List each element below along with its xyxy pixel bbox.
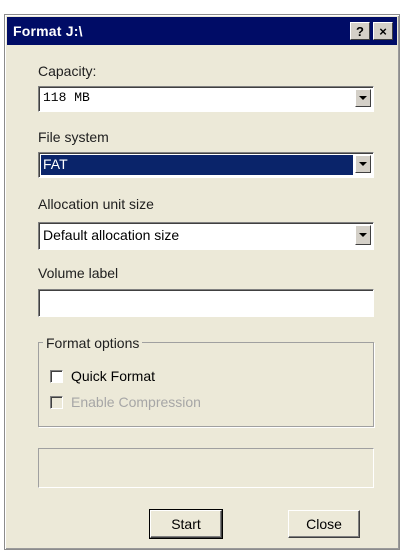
allocation-unit-size-combobox[interactable]: Default allocation size bbox=[38, 222, 374, 250]
volume-label-input[interactable] bbox=[38, 289, 374, 317]
title-bar-buttons: ? × bbox=[350, 22, 393, 40]
enable-compression-label: Enable Compression bbox=[71, 394, 201, 410]
chevron-down-icon bbox=[359, 96, 367, 100]
volume-label-label: Volume label bbox=[38, 265, 119, 281]
format-options-title: Format options bbox=[43, 335, 143, 351]
quick-format-label[interactable]: Quick Format bbox=[71, 368, 155, 384]
file-system-label: File system bbox=[38, 129, 109, 145]
enable-compression-checkbox bbox=[50, 395, 63, 409]
capacity-label: Capacity: bbox=[38, 63, 97, 79]
allocation-unit-size-value: Default allocation size bbox=[43, 227, 180, 243]
file-system-value: FAT bbox=[43, 156, 68, 172]
help-button[interactable]: ? bbox=[350, 22, 370, 40]
capacity-dropdown-button[interactable] bbox=[355, 89, 371, 107]
quick-format-checkbox[interactable] bbox=[50, 369, 63, 383]
file-system-combobox[interactable]: FAT bbox=[38, 152, 374, 178]
file-system-selection-highlight bbox=[41, 155, 353, 175]
file-system-dropdown-button[interactable] bbox=[355, 155, 371, 173]
allocation-dropdown-button[interactable] bbox=[355, 225, 371, 245]
title-bar[interactable]: Format J:\ ? × bbox=[7, 17, 397, 45]
format-options-group bbox=[38, 342, 374, 427]
chevron-down-icon bbox=[359, 162, 367, 166]
format-progress-bar bbox=[38, 448, 374, 488]
close-window-button[interactable]: × bbox=[373, 22, 393, 40]
enable-compression-option: Enable Compression bbox=[50, 394, 201, 410]
format-dialog: Format J:\ ? × Capacity: 118 MB File sys… bbox=[4, 14, 400, 550]
capacity-combobox[interactable]: 118 MB bbox=[38, 86, 374, 112]
window-title: Format J:\ bbox=[13, 23, 83, 39]
chevron-down-icon bbox=[359, 233, 367, 237]
start-button[interactable]: Start bbox=[149, 509, 223, 539]
allocation-unit-size-label: Allocation unit size bbox=[38, 196, 154, 212]
capacity-value: 118 MB bbox=[43, 90, 90, 105]
quick-format-option[interactable]: Quick Format bbox=[50, 368, 155, 384]
close-button[interactable]: Close bbox=[288, 510, 360, 538]
